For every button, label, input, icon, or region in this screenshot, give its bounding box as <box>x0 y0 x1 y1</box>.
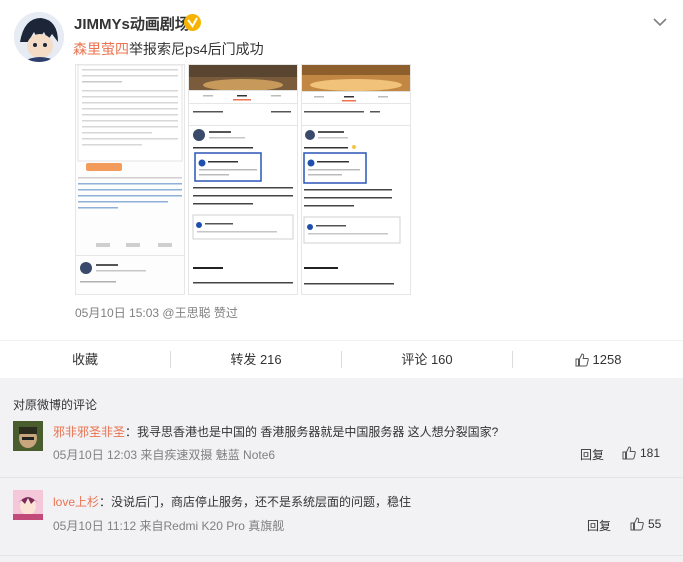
commenter-name[interactable]: love上杉 <box>53 495 99 509</box>
collect-button[interactable]: 收藏 <box>0 341 170 378</box>
commenter-avatar[interactable] <box>13 421 43 451</box>
comment-body: 邪非邪圣非圣：我寻思香港也是中国的 香港服务器就是中国服务器 这人想分裂国家? <box>53 423 498 440</box>
comment-text: ：我寻思香港也是中国的 香港服务器就是中国服务器 这人想分裂国家? <box>125 425 499 439</box>
liked-by[interactable]: @王思聪 赞过 <box>162 306 238 320</box>
comment-like-button[interactable]: 55 <box>630 517 661 534</box>
post-image-2[interactable] <box>188 64 298 295</box>
author-name[interactable]: JIMMYs动画剧场 <box>74 13 190 34</box>
thumbs-up-icon <box>575 344 589 381</box>
thumbs-up-icon <box>622 446 636 463</box>
author-avatar[interactable] <box>14 12 64 62</box>
comment-like-count: 181 <box>640 446 661 460</box>
mention-link[interactable]: 森里萤四 <box>73 41 129 57</box>
commenter-avatar[interactable] <box>13 490 43 520</box>
comment-body: love上杉：没说后门，商店停止服务，还不是系统层面的问题，稳住 <box>53 493 411 510</box>
comment-text: ：没说后门，商店停止服务，还不是系统层面的问题，稳住 <box>99 495 412 509</box>
post-body: 举报索尼ps4后门成功 <box>129 41 264 57</box>
action-bar: 收藏 转发 216 评论 160 1258 <box>0 340 683 379</box>
comment-divider <box>0 477 683 478</box>
post-text: 森里萤四举报索尼ps4后门成功 <box>73 39 264 59</box>
comments-title: 对原微博的评论 <box>13 398 98 412</box>
like-button[interactable]: 1258 <box>513 341 683 378</box>
commenter-name[interactable]: 邪非邪圣非圣 <box>53 425 125 439</box>
reply-button[interactable]: 回复 <box>580 446 604 463</box>
chevron-down-icon[interactable] <box>650 12 670 37</box>
post-date[interactable]: 05月10日 15:03 <box>75 306 159 320</box>
post-image-3[interactable] <box>301 64 411 295</box>
comment-like-button[interactable]: 181 <box>622 446 660 463</box>
comment-like-count: 55 <box>648 517 662 531</box>
verified-badge-icon <box>184 14 201 31</box>
like-count: 1258 <box>592 352 622 367</box>
comment-time: 05月10日 11:12 来自Redmi K20 Pro 真旗舰 <box>53 519 285 533</box>
post-meta: 05月10日 15:03 @王思聪 赞过 <box>75 304 238 321</box>
bottom-divider <box>0 555 683 556</box>
reply-button[interactable]: 回复 <box>587 517 611 534</box>
repost-button[interactable]: 转发 216 <box>171 341 341 378</box>
comment-time: 05月10日 12:03 来自疾速双摄 魅蓝 Note6 <box>53 448 276 462</box>
post-image-1[interactable] <box>75 64 185 295</box>
thumbs-up-icon <box>630 517 644 534</box>
comment-button[interactable]: 评论 160 <box>342 341 512 378</box>
comments-section <box>0 378 683 562</box>
